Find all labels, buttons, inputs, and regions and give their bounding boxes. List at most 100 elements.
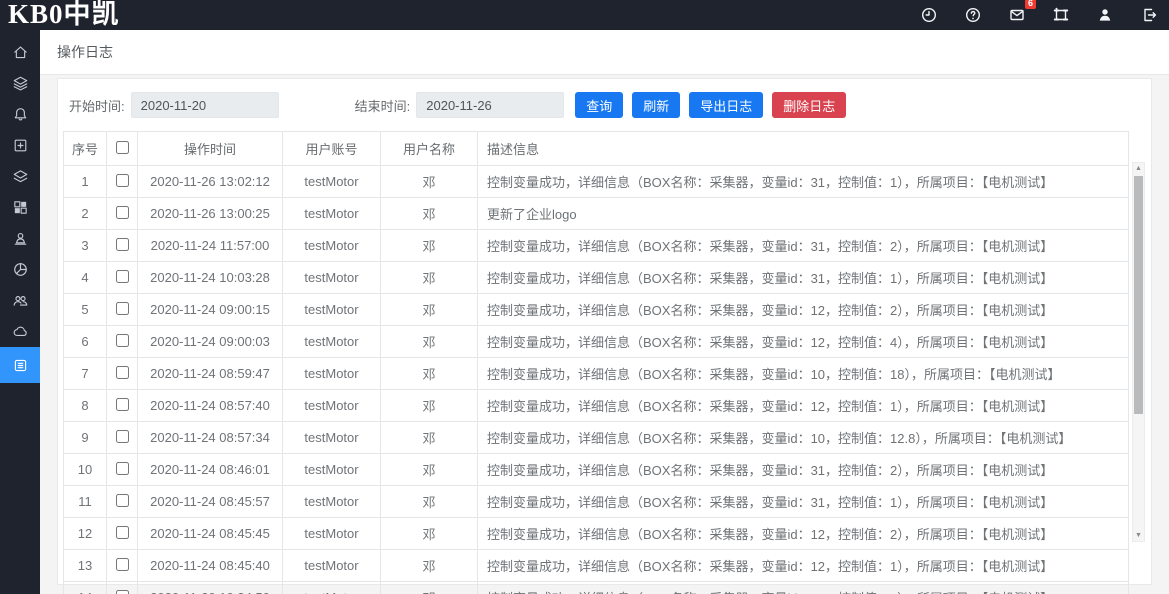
row-checkbox[interactable] xyxy=(116,270,129,283)
start-time-input[interactable] xyxy=(131,92,279,118)
row-description: 控制变量成功，详细信息（BOX名称：采集器，变量id：10，控制值：18），所属… xyxy=(478,358,1129,390)
row-username: 邓 xyxy=(381,454,478,486)
scrollbar-thumb[interactable] xyxy=(1134,176,1143,414)
sidebar-item-users[interactable] xyxy=(0,285,40,316)
row-checkbox-cell xyxy=(107,198,138,230)
row-index: 7 xyxy=(64,358,107,390)
row-description: 控制变量成功，详细信息（BOX名称：采集器，变量id：12，控制值：2），所属项… xyxy=(478,518,1129,550)
header-select-all xyxy=(107,132,138,166)
logout-icon[interactable] xyxy=(1139,5,1159,25)
help-icon[interactable] xyxy=(963,5,983,25)
log-table: 序号 操作时间 用户账号 用户名称 描述信息 12020-11-26 13:02… xyxy=(63,131,1129,594)
row-index: 10 xyxy=(64,454,107,486)
row-description: 控制变量成功，详细信息（BOX名称：采集器，变量id：31，控制值：2），所属项… xyxy=(478,582,1129,594)
table-header-row: 序号 操作时间 用户账号 用户名称 描述信息 xyxy=(64,132,1129,166)
row-account: testMotor xyxy=(283,326,381,358)
log-table-body: 12020-11-26 13:02:12testMotor邓控制变量成功，详细信… xyxy=(64,166,1129,594)
row-time: 2020-11-24 08:57:40 xyxy=(138,390,283,422)
row-checkbox[interactable] xyxy=(116,494,129,507)
row-checkbox[interactable] xyxy=(116,206,129,219)
sidebar-item-operation-log[interactable] xyxy=(0,347,40,383)
export-log-button[interactable]: 导出日志 xyxy=(689,92,763,118)
table-row: 122020-11-24 08:45:45testMotor邓控制变量成功，详细… xyxy=(64,518,1129,550)
row-checkbox-cell xyxy=(107,294,138,326)
header-username: 用户名称 xyxy=(381,132,478,166)
scrollbar-up-arrow[interactable]: ▲ xyxy=(1133,163,1144,174)
row-checkbox-cell xyxy=(107,454,138,486)
table-row: 32020-11-24 11:57:00testMotor邓控制变量成功，详细信… xyxy=(64,230,1129,262)
row-checkbox[interactable] xyxy=(116,334,129,347)
sidebar-item-person-pin[interactable] xyxy=(0,223,40,254)
row-description: 控制变量成功，详细信息（BOX名称：采集器，变量id：12，控制值：1），所属项… xyxy=(478,550,1129,582)
row-time: 2020-11-24 11:57:00 xyxy=(138,230,283,262)
row-time: 2020-11-26 13:02:12 xyxy=(138,166,283,198)
clock-icon[interactable] xyxy=(919,5,939,25)
sidebar-item-cloud[interactable] xyxy=(0,316,40,347)
row-checkbox-cell xyxy=(107,230,138,262)
header-time: 操作时间 xyxy=(138,132,283,166)
home-icon xyxy=(12,44,29,61)
sidebar xyxy=(0,30,40,594)
row-username: 邓 xyxy=(381,262,478,294)
table-row: 52020-11-24 09:00:15testMotor邓控制变量成功，详细信… xyxy=(64,294,1129,326)
row-account: testMotor xyxy=(283,294,381,326)
row-account: testMotor xyxy=(283,358,381,390)
row-index: 6 xyxy=(64,326,107,358)
row-checkbox[interactable] xyxy=(116,558,129,571)
row-checkbox[interactable] xyxy=(116,590,129,594)
scrollbar-down-arrow[interactable]: ▼ xyxy=(1133,530,1144,541)
row-checkbox-cell xyxy=(107,358,138,390)
query-button[interactable]: 查询 xyxy=(575,92,623,118)
table-row: 92020-11-24 08:57:34testMotor邓控制变量成功，详细信… xyxy=(64,422,1129,454)
row-checkbox-cell xyxy=(107,422,138,454)
row-checkbox[interactable] xyxy=(116,302,129,315)
main-content: 操作日志 开始时间: 结束时间: 查询 刷新 导出日志 删除日志 xyxy=(40,30,1169,594)
row-checkbox[interactable] xyxy=(116,462,129,475)
mail-icon[interactable]: 6 xyxy=(1007,5,1027,25)
table-scrollbar[interactable]: ▲ ▼ xyxy=(1132,162,1145,542)
sidebar-item-dashboard[interactable] xyxy=(0,192,40,223)
sidebar-item-layers[interactable] xyxy=(0,68,40,99)
sidebar-item-pie-chart[interactable] xyxy=(0,254,40,285)
table-row: 12020-11-26 13:02:12testMotor邓控制变量成功，详细信… xyxy=(64,166,1129,198)
row-description: 控制变量成功，详细信息（BOX名称：采集器，变量id：31，控制值：2），所属项… xyxy=(478,230,1129,262)
page-title: 操作日志 xyxy=(57,42,113,62)
row-index: 8 xyxy=(64,390,107,422)
sidebar-item-app-plus[interactable] xyxy=(0,130,40,161)
row-checkbox[interactable] xyxy=(116,238,129,251)
row-checkbox-cell xyxy=(107,166,138,198)
row-time: 2020-11-26 13:00:25 xyxy=(138,198,283,230)
scrollbar-track[interactable] xyxy=(1133,174,1144,530)
table-row: 112020-11-24 08:45:57testMotor邓控制变量成功，详细… xyxy=(64,486,1129,518)
sidebar-item-home[interactable] xyxy=(0,37,40,68)
row-checkbox-cell xyxy=(107,582,138,594)
top-navbar: KB0中凯 6 xyxy=(0,0,1169,30)
fullscreen-icon[interactable] xyxy=(1051,5,1071,25)
row-checkbox-cell xyxy=(107,326,138,358)
row-description: 控制变量成功，详细信息（BOX名称：采集器，变量id：31，控制值：1），所属项… xyxy=(478,166,1129,198)
user-icon[interactable] xyxy=(1095,5,1115,25)
cloud-icon xyxy=(12,323,29,340)
row-checkbox[interactable] xyxy=(116,174,129,187)
refresh-button[interactable]: 刷新 xyxy=(632,92,680,118)
row-index: 5 xyxy=(64,294,107,326)
delete-log-button[interactable]: 删除日志 xyxy=(772,92,846,118)
sidebar-item-stack[interactable] xyxy=(0,161,40,192)
table-row: 132020-11-24 08:45:40testMotor邓控制变量成功，详细… xyxy=(64,550,1129,582)
row-account: testMotor xyxy=(283,198,381,230)
select-all-checkbox[interactable] xyxy=(116,141,129,154)
end-time-input[interactable] xyxy=(416,92,564,118)
row-time: 2020-11-24 08:59:47 xyxy=(138,358,283,390)
start-time-label: 开始时间: xyxy=(69,96,125,115)
row-checkbox[interactable] xyxy=(116,526,129,539)
table-row: 82020-11-24 08:57:40testMotor邓控制变量成功，详细信… xyxy=(64,390,1129,422)
row-account: testMotor xyxy=(283,166,381,198)
sidebar-item-alarm[interactable] xyxy=(0,99,40,130)
operation-log-icon xyxy=(12,357,29,374)
row-checkbox[interactable] xyxy=(116,366,129,379)
row-index: 14 xyxy=(64,582,107,594)
row-index: 12 xyxy=(64,518,107,550)
dashboard-grid-icon xyxy=(12,199,29,216)
row-checkbox[interactable] xyxy=(116,430,129,443)
row-checkbox[interactable] xyxy=(116,398,129,411)
